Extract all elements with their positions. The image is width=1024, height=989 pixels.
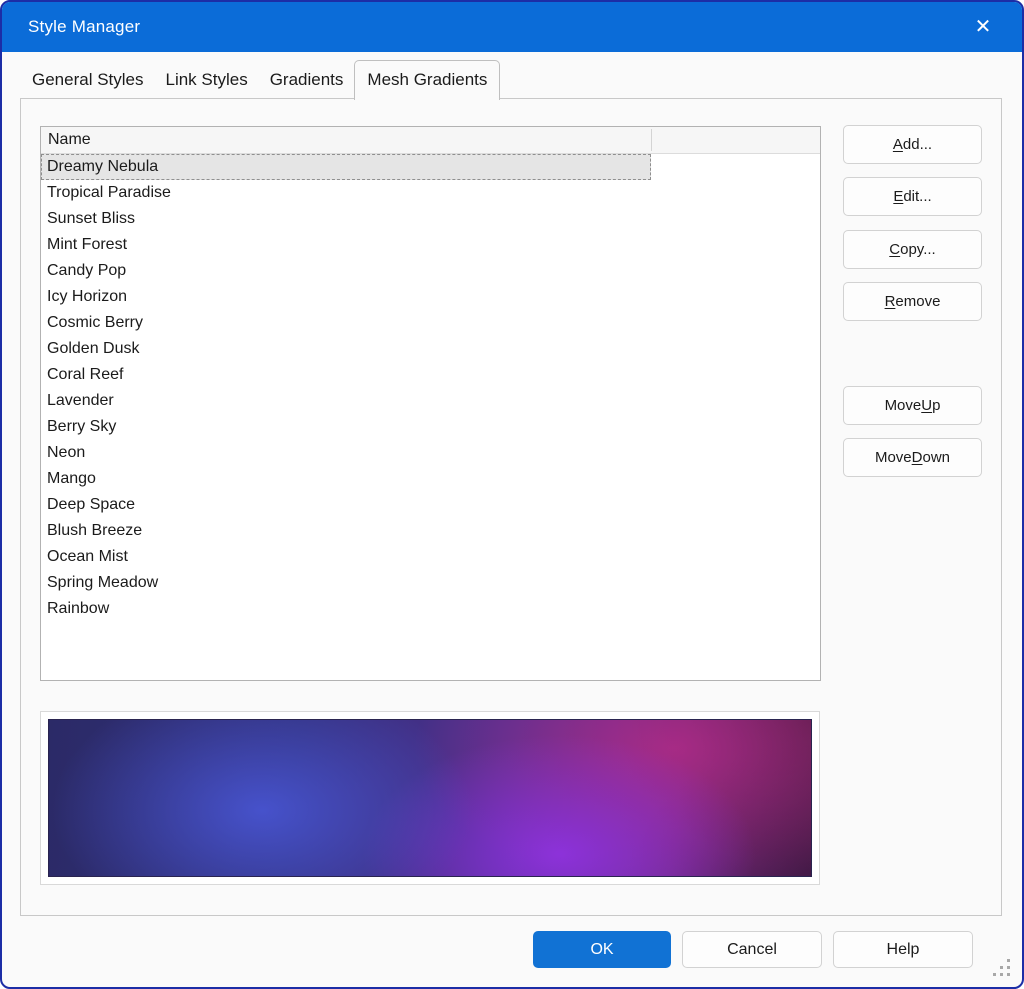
list-item[interactable]: Coral Reef	[41, 362, 820, 388]
name-column-label: Name	[41, 131, 91, 149]
tab-gradients[interactable]: Gradients	[259, 63, 355, 99]
window-title: Style Manager	[2, 17, 140, 37]
list-item[interactable]: Spring Meadow	[41, 570, 820, 596]
style-manager-dialog: Style Manager ✕ General StylesLink Style…	[0, 0, 1024, 989]
button-label-part: C	[889, 241, 900, 258]
list-item[interactable]: Lavender	[41, 388, 820, 414]
button-label-part: A	[893, 136, 903, 153]
list-item[interactable]: Cosmic Berry	[41, 310, 820, 336]
list-item[interactable]: Rainbow	[41, 596, 820, 622]
gradient-preview-frame	[40, 711, 820, 885]
tab-bar: General StylesLink StylesGradientsMesh G…	[20, 52, 1004, 99]
button-label-part: own	[923, 449, 951, 466]
button-label-part: E	[893, 188, 903, 205]
list-item[interactable]: Neon	[41, 440, 820, 466]
close-icon[interactable]: ✕	[966, 10, 1000, 44]
list-item[interactable]: Mango	[41, 466, 820, 492]
tab-link-styles[interactable]: Link Styles	[155, 63, 259, 99]
list-item[interactable]: Ocean Mist	[41, 544, 820, 570]
list-item[interactable]: Tropical Paradise	[41, 180, 820, 206]
ok-button[interactable]: OK	[533, 931, 671, 968]
list-item[interactable]: Golden Dusk	[41, 336, 820, 362]
list-item[interactable]: Mint Forest	[41, 232, 820, 258]
list-item[interactable]: Icy Horizon	[41, 284, 820, 310]
copy-button[interactable]: Copy...	[843, 230, 982, 269]
button-label-part: U	[921, 397, 932, 414]
list-item[interactable]: Deep Space	[41, 492, 820, 518]
remove-button[interactable]: Remove	[843, 282, 982, 321]
resize-grip-icon[interactable]	[992, 959, 1010, 977]
button-label-part: opy...	[900, 241, 936, 258]
list-item[interactable]: Sunset Bliss	[41, 206, 820, 232]
edit-button[interactable]: Edit...	[843, 177, 982, 216]
button-label-part: dd...	[903, 136, 932, 153]
button-label-part: p	[932, 397, 940, 414]
moveup-button[interactable]: Move Up	[843, 386, 982, 425]
list-body: Dreamy NebulaTropical ParadiseSunset Bli…	[41, 154, 820, 622]
list-item[interactable]: Candy Pop	[41, 258, 820, 284]
list-item[interactable]: Blush Breeze	[41, 518, 820, 544]
button-label-part: dit...	[903, 188, 931, 205]
help-button[interactable]: Help	[833, 931, 973, 968]
button-label-part: Move	[875, 449, 912, 466]
column-separator[interactable]	[651, 129, 652, 151]
styles-list: Name Dreamy NebulaTropical ParadiseSunse…	[40, 126, 821, 681]
button-label-part: R	[885, 293, 896, 310]
list-item[interactable]: Berry Sky	[41, 414, 820, 440]
gradient-preview	[48, 719, 812, 877]
list-item[interactable]: Dreamy Nebula	[41, 154, 651, 180]
button-label-part: D	[912, 449, 923, 466]
tab-mesh-gradients[interactable]: Mesh Gradients	[354, 60, 500, 100]
list-column-header[interactable]: Name	[41, 127, 820, 154]
tab-general-styles[interactable]: General Styles	[21, 63, 155, 99]
add-button[interactable]: Add...	[843, 125, 982, 164]
movedown-button[interactable]: Move Down	[843, 438, 982, 477]
mesh-gradients-panel: Name Dreamy NebulaTropical ParadiseSunse…	[20, 98, 1002, 916]
button-label-part: emove	[895, 293, 940, 310]
button-label-part: Move	[885, 397, 922, 414]
title-bar[interactable]: Style Manager ✕	[2, 2, 1022, 52]
cancel-button[interactable]: Cancel	[682, 931, 822, 968]
